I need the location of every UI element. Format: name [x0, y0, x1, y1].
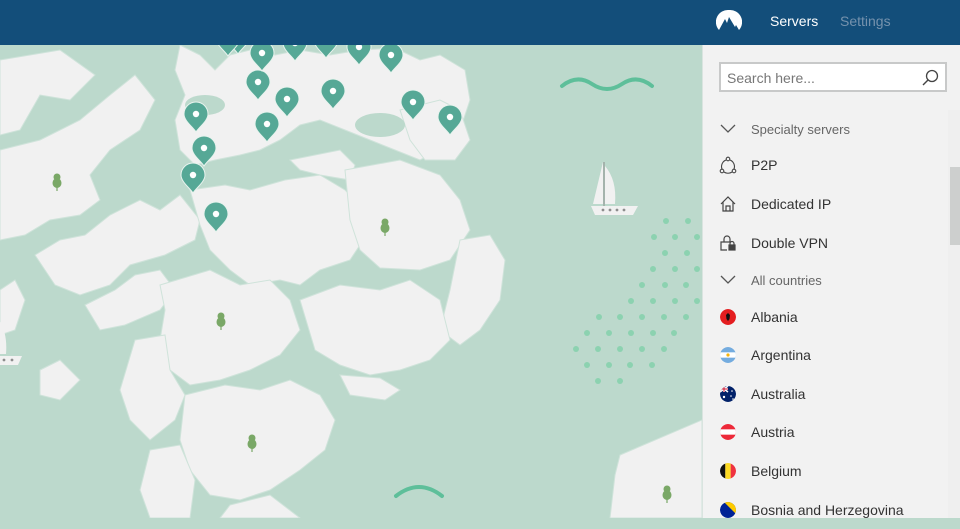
dot-decoration: [650, 330, 656, 336]
dot-decoration: [650, 266, 656, 272]
section-specialty-servers[interactable]: Specialty servers: [703, 110, 951, 148]
list-item-dedicated-ip[interactable]: Dedicated IP: [703, 185, 951, 223]
country-item-australia[interactable]: Australia: [703, 375, 951, 413]
dot-decoration: [639, 346, 645, 352]
dot-decoration: [662, 282, 668, 288]
country-label: Australia: [751, 386, 806, 402]
land-region: [159, 269, 301, 386]
land-region: [0, 279, 26, 336]
chevron-down-icon: [719, 271, 737, 289]
dot-decoration: [694, 234, 700, 240]
map-canvas[interactable]: [0, 45, 702, 518]
country-item-belgium[interactable]: Belgium: [703, 452, 951, 490]
sailboat-icon: [591, 162, 638, 215]
dot-decoration: [573, 346, 579, 352]
country-item-bosnia-and-herzegovina[interactable]: Bosnia and Herzegovina: [703, 491, 951, 529]
dot-decoration: [684, 250, 690, 256]
land-region: [339, 374, 401, 401]
server-map[interactable]: [0, 45, 702, 518]
dot-decoration: [617, 314, 623, 320]
belgium-flag-icon: [719, 462, 737, 480]
nordvpn-logo-icon: [716, 9, 742, 30]
dot-decoration: [649, 362, 655, 368]
dot-decoration: [606, 330, 612, 336]
tab-settings[interactable]: Settings: [840, 13, 891, 29]
dot-decoration: [639, 282, 645, 288]
server-list-panel: Specialty servers P2P Dedicated IP Doubl…: [702, 45, 960, 518]
item-label: Dedicated IP: [751, 196, 832, 212]
argentina-flag-icon: [719, 346, 737, 364]
country-label: Albania: [751, 309, 798, 325]
land-region: [179, 379, 336, 501]
search-icon[interactable]: [921, 69, 939, 87]
dot-decoration: [639, 314, 645, 320]
dot-decoration: [617, 378, 623, 384]
dot-decoration: [694, 266, 700, 272]
country-label: Austria: [751, 424, 795, 440]
dot-decoration: [628, 298, 634, 304]
country-item-austria[interactable]: Austria: [703, 413, 951, 451]
double-lock-icon: [719, 234, 737, 252]
land-region: [344, 159, 471, 271]
dot-decoration: [661, 346, 667, 352]
search-input[interactable]: [727, 68, 917, 88]
country-label: Argentina: [751, 347, 811, 363]
australia-flag-icon: [719, 385, 737, 403]
country-label: Belgium: [751, 463, 802, 479]
land-region: [39, 359, 81, 401]
dot-decoration: [595, 346, 601, 352]
dot-decoration: [694, 298, 700, 304]
dot-decoration: [650, 298, 656, 304]
scrollbar-thumb[interactable]: [950, 167, 960, 245]
dot-decoration: [606, 362, 612, 368]
dot-decoration: [596, 314, 602, 320]
dot-decoration: [662, 250, 668, 256]
albania-flag-icon: [719, 308, 737, 326]
austria-flag-icon: [719, 423, 737, 441]
list-item-p2p[interactable]: P2P: [703, 146, 951, 184]
dot-decoration: [617, 346, 623, 352]
dot-decoration: [663, 218, 669, 224]
country-item-argentina[interactable]: Argentina: [703, 336, 951, 374]
dot-decoration: [683, 314, 689, 320]
section-label: Specialty servers: [751, 121, 850, 137]
dot-decoration: [628, 330, 634, 336]
chevron-down-icon: [719, 120, 737, 138]
country-label: Bosnia and Herzegovina: [751, 502, 904, 518]
dot-decoration: [685, 218, 691, 224]
dot-decoration: [661, 314, 667, 320]
dot-decoration: [651, 234, 657, 240]
country-item-albania[interactable]: Albania: [703, 298, 951, 336]
dot-decoration: [672, 234, 678, 240]
item-label: Double VPN: [751, 235, 829, 251]
dot-decoration: [584, 362, 590, 368]
dot-decoration: [672, 298, 678, 304]
section-all-countries[interactable]: All countries: [703, 261, 951, 299]
dot-decoration: [627, 362, 633, 368]
land-region: [609, 419, 702, 518]
home-icon: [719, 195, 737, 213]
section-label: All countries: [751, 272, 822, 288]
dot-decoration: [595, 378, 601, 384]
dot-decoration: [584, 330, 590, 336]
land-region: [299, 279, 451, 376]
search-box[interactable]: [719, 62, 947, 92]
bosnia-flag-icon: [719, 501, 737, 519]
item-label: P2P: [751, 157, 778, 173]
tab-servers[interactable]: Servers: [770, 13, 818, 29]
wave-decoration: [394, 485, 444, 498]
wave-decoration: [560, 77, 654, 91]
dot-decoration: [671, 330, 677, 336]
dot-decoration: [672, 266, 678, 272]
p2p-network-icon: [719, 156, 737, 174]
list-item-double-vpn[interactable]: Double VPN: [703, 224, 951, 262]
dot-decoration: [683, 282, 689, 288]
dots-decoration: [573, 218, 700, 384]
top-bar: Servers Settings: [0, 0, 960, 45]
